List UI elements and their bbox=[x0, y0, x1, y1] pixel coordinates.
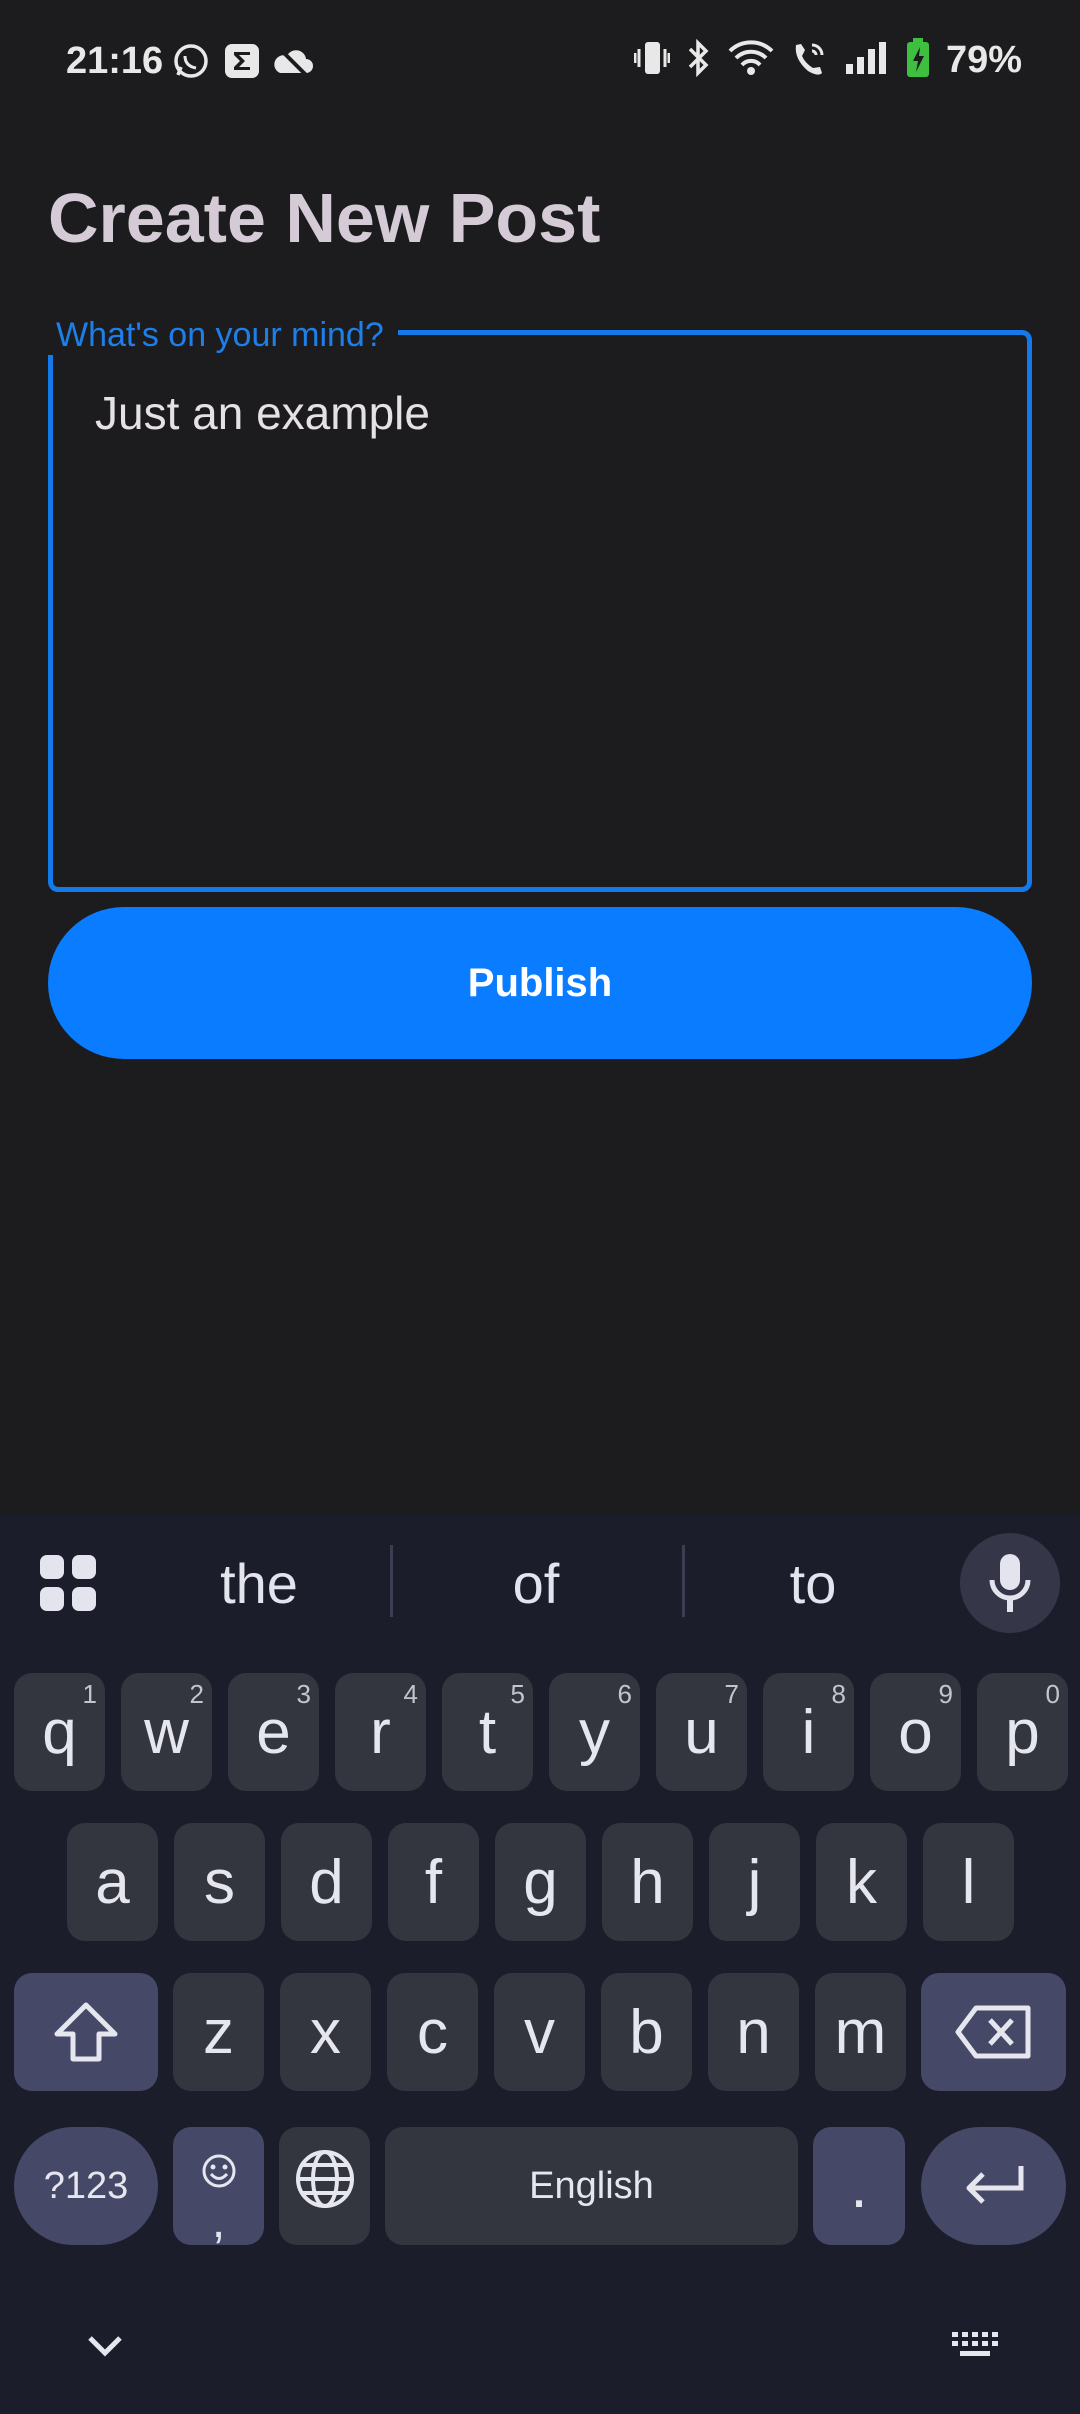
language-switch-key[interactable] bbox=[279, 2127, 370, 2245]
key-z[interactable]: z bbox=[173, 1973, 264, 2091]
backspace-key[interactable] bbox=[921, 1973, 1066, 2091]
suggestion-divider bbox=[682, 1545, 685, 1617]
key-hint: 6 bbox=[617, 1679, 632, 1709]
key-d[interactable]: d bbox=[281, 1823, 372, 1941]
key-k[interactable]: k bbox=[816, 1823, 907, 1941]
key-w[interactable]: w2 bbox=[121, 1673, 212, 1791]
key-c[interactable]: c bbox=[387, 1973, 478, 2091]
publish-button[interactable]: Publish bbox=[48, 907, 1032, 1059]
globe-icon bbox=[294, 2148, 356, 2225]
key-hint: 2 bbox=[189, 1679, 204, 1709]
key-t[interactable]: t5 bbox=[442, 1673, 533, 1791]
status-bar: 21:16 79% bbox=[0, 0, 1080, 130]
key-label: r bbox=[370, 1697, 391, 1767]
suggestion-divider bbox=[390, 1545, 393, 1617]
key-hint: 1 bbox=[82, 1679, 97, 1709]
suggestion-bar: the of to bbox=[0, 1515, 1080, 1645]
key-s[interactable]: s bbox=[174, 1823, 265, 1941]
key-h[interactable]: h bbox=[602, 1823, 693, 1941]
keyboard-switch-icon[interactable] bbox=[950, 2330, 1002, 2367]
key-hint: 3 bbox=[296, 1679, 311, 1709]
key-label: t bbox=[478, 1697, 497, 1767]
key-label: p bbox=[1005, 1697, 1040, 1767]
emoji-icon bbox=[201, 2133, 237, 2204]
key-m[interactable]: m bbox=[815, 1973, 906, 2091]
page-title: Create New Post bbox=[48, 179, 601, 257]
suggestion-1[interactable]: the bbox=[159, 1551, 359, 1616]
key-hint: 9 bbox=[938, 1679, 953, 1709]
comma-label: , bbox=[211, 2194, 226, 2248]
key-hint: 8 bbox=[831, 1679, 846, 1709]
key-hint: 0 bbox=[1045, 1679, 1060, 1709]
post-field-value[interactable]: Just an example bbox=[95, 386, 430, 440]
battery-percent: 79% bbox=[945, 39, 1022, 81]
key-g[interactable]: g bbox=[495, 1823, 586, 1941]
key-q[interactable]: q1 bbox=[14, 1673, 105, 1791]
key-j[interactable]: j bbox=[709, 1823, 800, 1941]
key-f[interactable]: f bbox=[388, 1823, 479, 1941]
key-e[interactable]: e3 bbox=[228, 1673, 319, 1791]
status-time: 21:16 bbox=[66, 40, 164, 82]
key-label: y bbox=[579, 1697, 610, 1767]
key-hint: 4 bbox=[403, 1679, 418, 1709]
key-label: q bbox=[42, 1697, 77, 1767]
vibrate-icon bbox=[633, 39, 671, 82]
key-p[interactable]: p0 bbox=[977, 1673, 1068, 1791]
hide-keyboard-chevron-down-icon[interactable] bbox=[84, 2330, 126, 2365]
cloud-off-icon bbox=[274, 43, 314, 84]
bluetooth-icon bbox=[686, 38, 712, 82]
key-y[interactable]: y6 bbox=[549, 1673, 640, 1791]
soft-keyboard: the of to q1w2e3r4t5y6u7i8o9p0 asdfghjkl… bbox=[0, 1515, 1080, 2414]
key-label: e bbox=[256, 1697, 291, 1767]
key-v[interactable]: v bbox=[494, 1973, 585, 2091]
key-label: w bbox=[144, 1697, 189, 1767]
sigma-app-icon bbox=[224, 43, 260, 84]
enter-key[interactable] bbox=[921, 2127, 1066, 2245]
key-x[interactable]: x bbox=[280, 1973, 371, 2091]
key-n[interactable]: n bbox=[708, 1973, 799, 2091]
key-i[interactable]: i8 bbox=[763, 1673, 854, 1791]
key-r[interactable]: r4 bbox=[335, 1673, 426, 1791]
wifi-calling-icon bbox=[790, 39, 828, 82]
key-label: o bbox=[898, 1697, 933, 1767]
keyboard-apps-grid-icon[interactable] bbox=[38, 1553, 98, 1613]
suggestion-3[interactable]: to bbox=[713, 1551, 913, 1616]
battery-charging-icon bbox=[906, 38, 930, 83]
space-key[interactable]: English bbox=[385, 2127, 798, 2245]
post-field-label: What's on your mind? bbox=[42, 316, 398, 355]
key-l[interactable]: l bbox=[923, 1823, 1014, 1941]
suggestion-2[interactable]: of bbox=[436, 1551, 636, 1616]
emoji-comma-key[interactable]: , bbox=[173, 2127, 264, 2245]
key-b[interactable]: b bbox=[601, 1973, 692, 2091]
whatsapp-icon bbox=[172, 42, 210, 85]
key-label: i bbox=[801, 1697, 816, 1767]
key-label: u bbox=[684, 1697, 719, 1767]
period-key[interactable]: . bbox=[813, 2127, 905, 2245]
mic-icon[interactable] bbox=[960, 1533, 1060, 1633]
symbols-key[interactable]: ?123 bbox=[14, 2127, 158, 2245]
key-hint: 5 bbox=[510, 1679, 525, 1709]
wifi-icon bbox=[728, 40, 774, 81]
key-o[interactable]: o9 bbox=[870, 1673, 961, 1791]
key-hint: 7 bbox=[724, 1679, 739, 1709]
key-u[interactable]: u7 bbox=[656, 1673, 747, 1791]
signal-icon bbox=[844, 40, 890, 81]
shift-key[interactable] bbox=[14, 1973, 158, 2091]
key-a[interactable]: a bbox=[67, 1823, 158, 1941]
